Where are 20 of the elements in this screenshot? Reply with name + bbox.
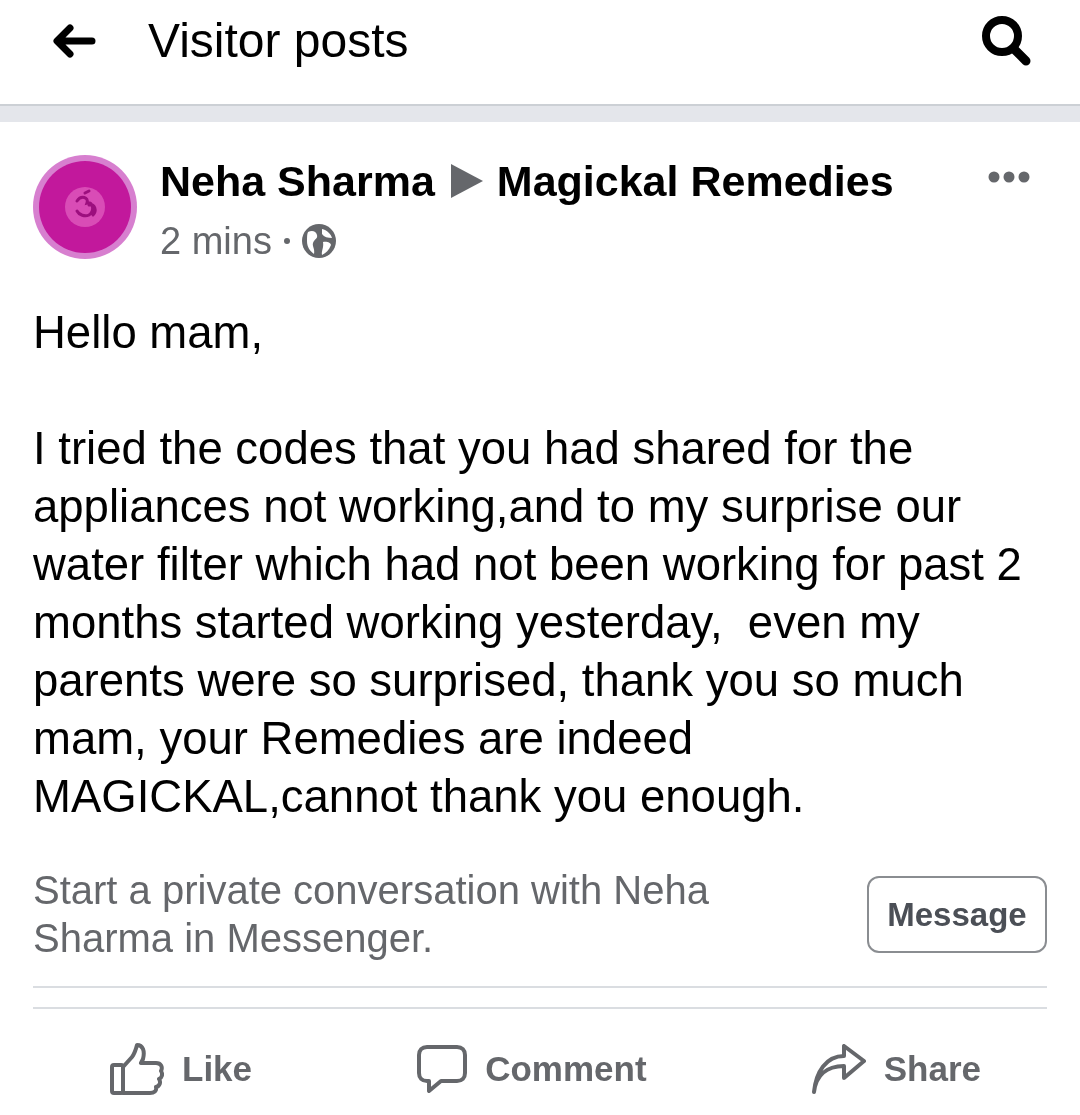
like-button[interactable]: Like	[110, 1042, 253, 1096]
thumbs-up-icon	[110, 1043, 164, 1095]
message-button[interactable]: Message	[867, 876, 1047, 953]
author-name[interactable]: Neha Sharma	[160, 159, 435, 203]
more-options-icon[interactable]	[988, 171, 1030, 183]
speech-bubble-icon	[417, 1045, 468, 1093]
back-arrow-icon[interactable]	[52, 24, 96, 58]
post-time[interactable]: 2 mins	[160, 222, 272, 260]
share-button[interactable]: Share	[811, 1042, 981, 1096]
search-icon[interactable]	[980, 14, 1032, 68]
comment-button[interactable]: Comment	[417, 1042, 647, 1096]
page-name[interactable]: Magickal Remedies	[496, 159, 894, 203]
triangle-icon	[450, 164, 483, 198]
dot-separator-icon	[283, 238, 290, 244]
share-arrow-icon	[811, 1044, 866, 1094]
post-text: I tried the codes that you had shared for the appliances not working,and to my surprise our water filter which had not been working for past 2 months started working yesterday, even my parents were so surprised, thank you so much mam, your Remedies are indeed MAGICKAL,cannot thank you enough.	[33, 422, 1023, 824]
avatar-icon[interactable]	[33, 155, 137, 259]
post-text: Hello mam,	[33, 306, 265, 360]
page-title: Visitor posts	[148, 17, 409, 65]
messenger-prompt: Start a private conversation with Neha Sharma in Messenger.	[33, 867, 710, 962]
